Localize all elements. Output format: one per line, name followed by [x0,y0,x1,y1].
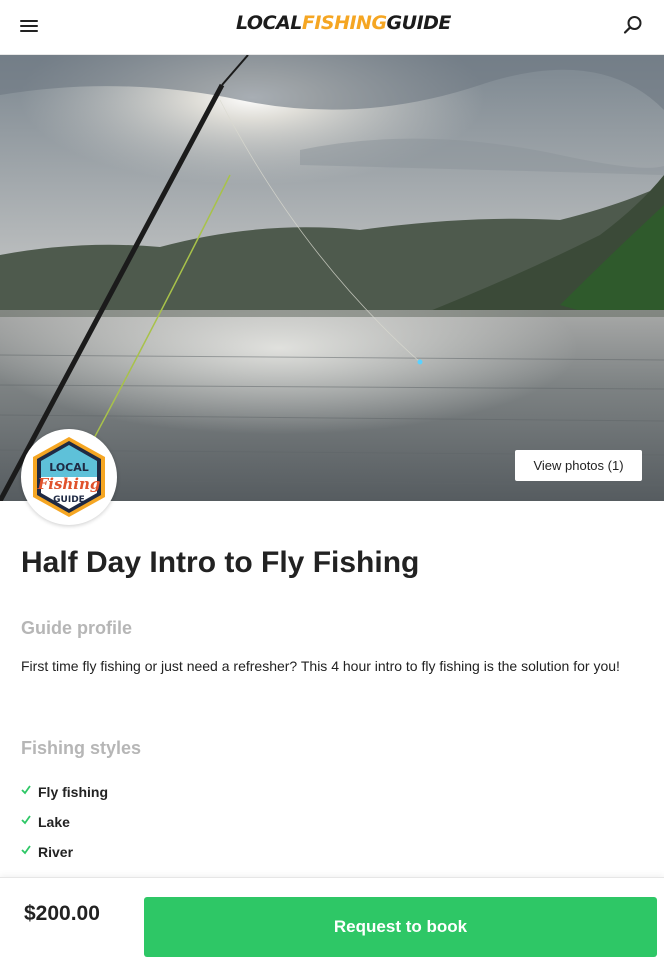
fishing-style-item: Lake [21,810,108,840]
badge-text-local: LOCAL [49,461,89,474]
badge-text-guide: GUIDE [53,495,85,505]
fishing-style-label: River [38,844,74,860]
fishing-style-item: River [21,840,108,870]
hero-photo[interactable] [0,55,664,501]
guide-avatar[interactable]: LOCAL Fishing GUIDE [21,429,117,525]
hamburger-menu-icon[interactable] [18,16,42,36]
price-label: $200.00 [24,902,100,925]
fishing-style-item: Fly fishing [21,780,108,810]
lake-sunset-photo [0,55,664,501]
fishing-style-label: Lake [38,814,70,830]
checkmark-icon [21,785,31,795]
view-photos-button[interactable]: View photos (1) [515,450,642,481]
listing-title: Half Day Intro to Fly Fishing [21,546,420,579]
site-logo[interactable]: LOCALFISHINGGUIDE [236,12,451,38]
checkmark-icon [21,815,31,825]
fishing-styles-list: Fly fishing Lake River [21,780,108,870]
booking-bar: $200.00 Request to book [0,877,664,969]
local-fishing-guide-badge-icon: LOCAL Fishing GUIDE [33,437,105,517]
badge-text-fishing: Fishing [37,475,101,493]
guide-profile-heading: Guide profile [21,618,133,638]
search-icon[interactable] [622,14,644,36]
checkmark-icon [21,845,31,855]
top-header: LOCALFISHINGGUIDE [0,0,664,55]
fishing-styles-heading: Fishing styles [21,738,142,758]
listing-description: First time fly fishing or just need a re… [21,658,620,674]
fishing-style-label: Fly fishing [38,784,108,800]
request-to-book-button[interactable]: Request to book [144,897,657,957]
